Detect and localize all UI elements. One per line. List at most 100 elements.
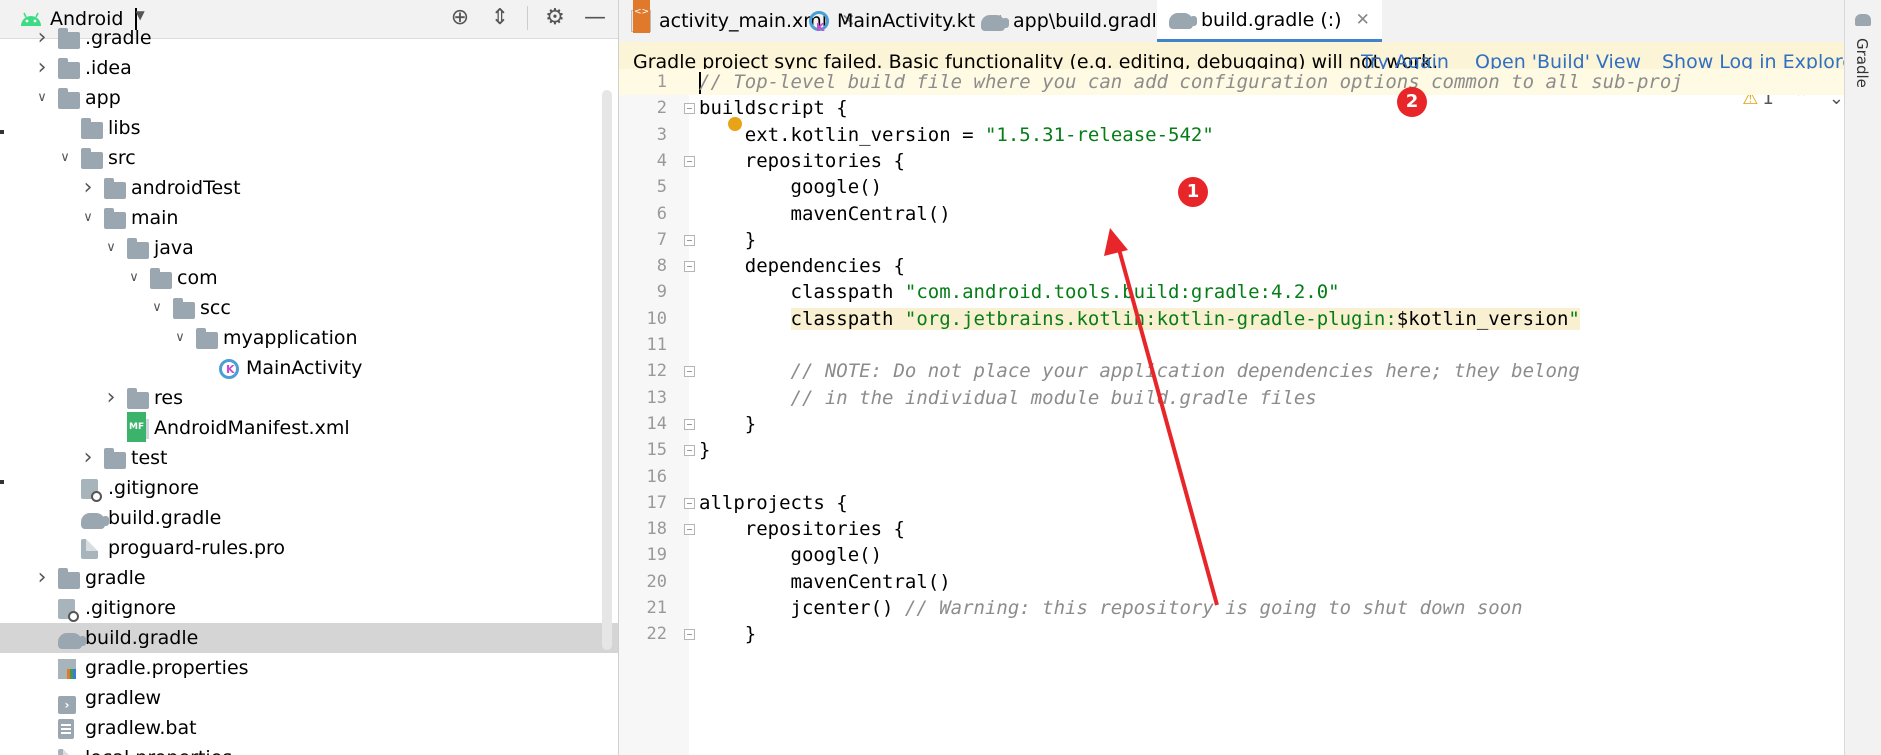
code-text: }: [699, 437, 710, 463]
tree-item[interactable]: local.properties: [0, 743, 618, 755]
chevron-right-icon[interactable]: ›: [34, 23, 50, 53]
tree-item[interactable]: › gradle: [0, 563, 618, 593]
chevron-right-icon[interactable]: ›: [34, 563, 50, 593]
tree-item[interactable]: gradlew.bat: [0, 713, 618, 743]
fold-marker-icon[interactable]: [684, 234, 695, 246]
code-text: classpath "org.jetbrains.kotlin:kotlin-g…: [699, 306, 1580, 332]
line-number: 16: [646, 466, 667, 487]
tree-item[interactable]: proguard-rules.pro: [0, 533, 618, 563]
tree-item[interactable]: .gitignore: [0, 593, 618, 623]
chevron-down-icon[interactable]: ∨: [172, 323, 188, 353]
code-line[interactable]: 13 // in the individual module build.gra…: [619, 385, 1864, 411]
chevron-down-icon[interactable]: ∨: [57, 143, 73, 173]
tree-item[interactable]: ∨ com: [0, 263, 618, 293]
code-line[interactable]: 2 buildscript {: [619, 95, 1864, 121]
tree-item-label: .gitignore: [85, 597, 176, 619]
tree-item[interactable]: › androidTest: [0, 173, 618, 203]
tree-item[interactable]: ∨ scc: [0, 293, 618, 323]
gradle-tool-window-button[interactable]: Gradle: [1853, 38, 1871, 88]
code-text: mavenCentral(): [699, 201, 951, 227]
chevron-right-icon[interactable]: ›: [34, 53, 50, 83]
chevron-down-icon[interactable]: ∨: [126, 263, 142, 293]
tree-item-label: test: [131, 447, 168, 469]
line-number: 3: [656, 124, 667, 145]
tree-item[interactable]: ∨ src: [0, 143, 618, 173]
code-line[interactable]: 18 repositories {: [619, 516, 1864, 542]
fold-marker-icon[interactable]: [684, 366, 695, 378]
code-line[interactable]: 9 classpath "com.android.tools.build:gra…: [619, 279, 1864, 305]
code-line[interactable]: 11: [619, 332, 1864, 358]
code-line[interactable]: 6 mavenCentral(): [619, 201, 1864, 227]
tree-item-label: res: [154, 387, 183, 409]
fold-marker-icon[interactable]: [684, 103, 695, 115]
code-token: $kotlin_version: [1396, 307, 1569, 330]
code-token: // in the individual module build.gradle…: [790, 386, 1317, 409]
fold-marker-icon[interactable]: [684, 261, 695, 273]
folder-icon: [81, 118, 103, 139]
fold-marker-icon[interactable]: [684, 418, 695, 430]
editor-tab[interactable]: build.gradle (:) ✕: [1157, 0, 1382, 42]
code-line[interactable]: 7 }: [619, 227, 1864, 253]
code-line[interactable]: 19 google(): [619, 542, 1864, 568]
tree-item[interactable]: libs: [0, 113, 618, 143]
code-editor[interactable]: ⚠ 1 ⌃ ⌄ 1// Top-level build file where y…: [619, 69, 1864, 755]
code-line[interactable]: 12 // NOTE: Do not place your applicatio…: [619, 358, 1864, 384]
code-line[interactable]: 16: [619, 464, 1864, 490]
code-line[interactable]: 10 classpath "org.jetbrains.kotlin:kotli…: [619, 306, 1864, 332]
chevron-right-icon[interactable]: ›: [80, 443, 96, 473]
fold-marker-icon[interactable]: [684, 155, 695, 167]
tree-item[interactable]: AndroidManifest.xml: [0, 412, 618, 443]
tree-item[interactable]: ∨ java: [0, 233, 618, 263]
chevron-down-icon[interactable]: ∨: [80, 203, 96, 233]
fold-marker-icon[interactable]: [684, 629, 695, 641]
tree-item[interactable]: ∨ myapplication: [0, 323, 618, 353]
tree-item-label: build.gradle: [108, 507, 222, 529]
chevron-down-icon[interactable]: ∨: [34, 83, 50, 113]
fold-marker-icon[interactable]: [684, 524, 695, 536]
gradle-file-icon: [1169, 13, 1197, 29]
chevron-right-icon[interactable]: ›: [80, 173, 96, 203]
code-token: buildscript {: [699, 97, 848, 120]
folder-icon: [173, 298, 195, 319]
fold-marker-icon[interactable]: [684, 497, 695, 509]
code-line[interactable]: 1 // Top-level build file where you can a…: [619, 69, 1864, 95]
code-line[interactable]: 4 repositories {: [619, 148, 1864, 174]
chevron-down-icon[interactable]: ∨: [149, 293, 165, 323]
tree-item[interactable]: ∨ app: [0, 83, 618, 113]
project-tree-scrollbar[interactable]: [602, 90, 612, 650]
chevron-right-icon[interactable]: ›: [103, 383, 119, 413]
tree-item[interactable]: gradle.properties: [0, 653, 618, 683]
code-line[interactable]: 8 dependencies {: [619, 253, 1864, 279]
tree-item-label: gradle.properties: [85, 657, 249, 679]
code-line[interactable]: 5 google(): [619, 174, 1864, 200]
line-number: 2: [656, 98, 667, 119]
code-line[interactable]: 17 allprojects {: [619, 490, 1864, 516]
code-line[interactable]: 21 jcenter() // Warning: this repository…: [619, 595, 1864, 621]
code-text: google(): [699, 542, 883, 568]
tree-item[interactable]: › .gradle: [0, 23, 618, 53]
tree-item[interactable]: MainActivity: [0, 353, 618, 385]
code-line[interactable]: 22 }: [619, 621, 1864, 647]
code-text: dependencies {: [699, 253, 905, 279]
tree-item[interactable]: ∨ main: [0, 203, 618, 233]
text-file-icon: [58, 748, 80, 755]
tree-item[interactable]: › res: [0, 383, 618, 413]
code-text: jcenter() // Warning: this repository is…: [699, 595, 1523, 621]
tree-item[interactable]: › .idea: [0, 53, 618, 83]
code-line[interactable]: 14 }: [619, 411, 1864, 437]
fold-marker-icon[interactable]: [684, 445, 695, 457]
tree-item[interactable]: › test: [0, 443, 618, 473]
code-line[interactable]: 20 mavenCentral(): [619, 569, 1864, 595]
chevron-down-icon[interactable]: ∨: [103, 233, 119, 263]
tree-item-label: gradle: [85, 567, 146, 589]
tree-item[interactable]: build.gradle: [0, 623, 618, 653]
code-line[interactable]: 3 ext.kotlin_version = "1.5.31-release-5…: [619, 122, 1864, 148]
code-line[interactable]: 15}: [619, 437, 1864, 463]
tree-item[interactable]: › gradlew: [0, 683, 618, 714]
tree-item[interactable]: .gitignore: [0, 473, 618, 503]
intention-bulb-icon[interactable]: [728, 117, 742, 131]
close-icon[interactable]: ✕: [1356, 0, 1370, 41]
annotation-badge-1: 1: [1178, 177, 1208, 207]
tree-item[interactable]: build.gradle: [0, 503, 618, 533]
